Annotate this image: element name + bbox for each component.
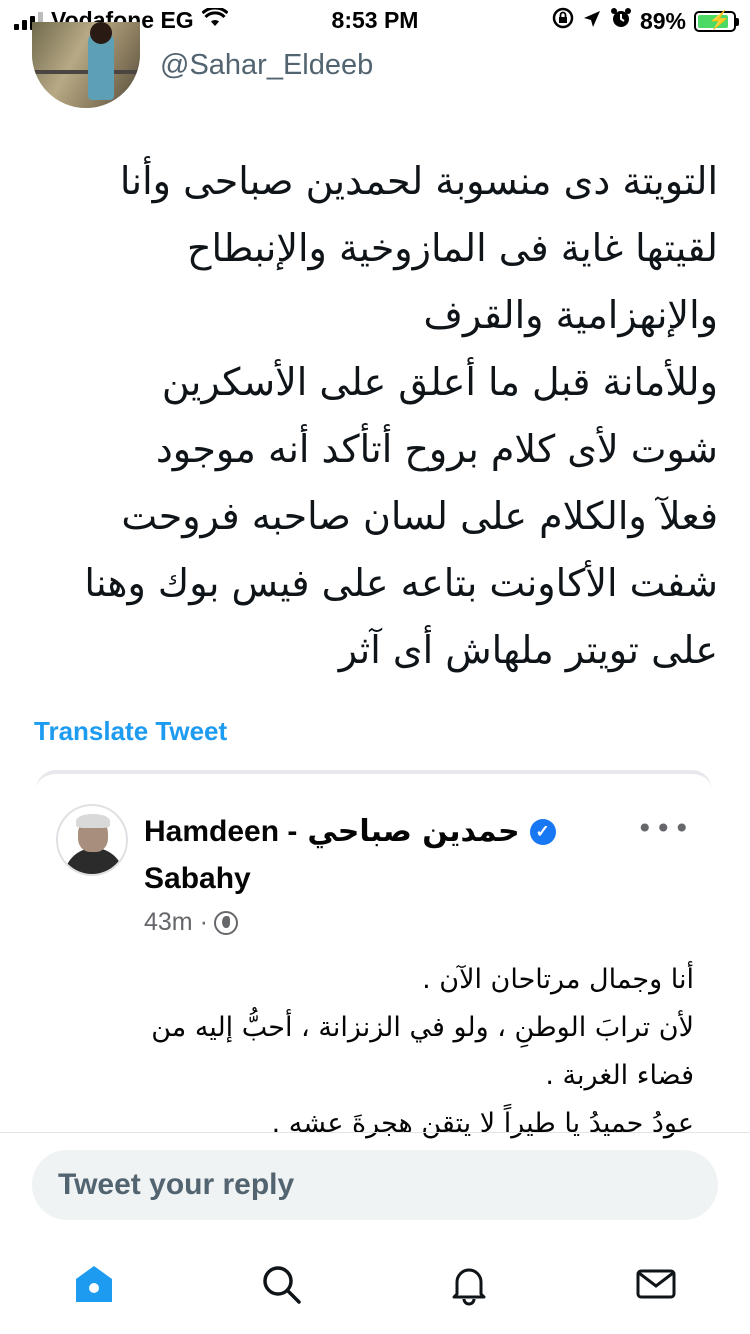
tweet-line: شوت لأى كلام بروح أتأكد أنه موجود	[155, 427, 718, 471]
embedded-screenshot[interactable]: Hamdeen - حمدين صباحي ✓ Sabahy 43m · •••…	[36, 770, 712, 1140]
tweet-line: لقيتها غاية فى المازوخية والإنبطاح	[187, 226, 718, 270]
mail-icon	[636, 1269, 676, 1299]
bell-icon	[452, 1268, 486, 1306]
tab-home[interactable]	[0, 1240, 188, 1334]
globe-icon	[213, 910, 238, 935]
tab-bar	[0, 1240, 750, 1334]
tweet-line: شفت الأكاونت بتاعه على فيس بوك وهنا	[84, 561, 718, 605]
reply-input[interactable]: Tweet your reply	[32, 1150, 718, 1220]
reply-placeholder: Tweet your reply	[58, 1168, 295, 1201]
embed-name-latin: Hamdeen -	[144, 814, 298, 848]
embed-author-name: Hamdeen - حمدين صباحي ✓	[144, 814, 556, 849]
embed-line: لأن ترابَ الوطنِ ، ولو في الزنزانة ، أحب…	[151, 1012, 694, 1043]
tweet-author[interactable]: @Sahar_Eldeeb	[32, 22, 373, 108]
embed-line: عودُ حميدُ يا طيراً لا يتقن هجرةَ عشه .	[271, 1108, 694, 1139]
more-options-icon: •••	[636, 812, 692, 845]
embed-post-text: أنا وجمال مرتاحان الآن . لأن ترابَ الوطن…	[54, 956, 694, 1140]
tab-search[interactable]	[188, 1240, 376, 1334]
author-handle[interactable]: @Sahar_Eldeeb	[160, 49, 373, 82]
tweet-line: والإنهزامية والقرف	[423, 293, 718, 337]
verified-badge-icon: ✓	[529, 818, 556, 845]
home-icon	[75, 1266, 112, 1302]
divider	[0, 1132, 750, 1133]
search-icon	[263, 1266, 301, 1304]
tab-notifications[interactable]	[375, 1240, 563, 1334]
embed-name-latin-2: Sabahy	[144, 862, 251, 895]
embed-timestamp: 43m ·	[144, 908, 208, 936]
status-right: 89% ⚡	[552, 7, 739, 35]
avatar[interactable]	[32, 22, 140, 108]
embed-line: أنا وجمال مرتاحان الآن .	[422, 964, 694, 995]
location-icon	[582, 8, 602, 35]
embed-name-arabic: حمدين صباحي	[307, 814, 520, 849]
tweet-line: فعلآ والكلام على لسان صاحبه فروحت	[121, 494, 718, 538]
tab-messages[interactable]	[563, 1240, 750, 1334]
tweet-line: التويتة دى منسوبة لحمدين صباحى وأنا	[119, 159, 718, 203]
tweet-text: التويتة دى منسوبة لحمدين صباحى وأنا لقيت…	[18, 148, 718, 684]
embed-meta: 43m ·	[144, 908, 238, 937]
embed-line: فضاء الغربة .	[545, 1060, 694, 1091]
screen-lock-icon	[552, 7, 574, 35]
embed-avatar	[56, 804, 128, 876]
alarm-icon	[610, 7, 632, 35]
battery-percent: 89%	[639, 7, 686, 34]
translate-tweet-link[interactable]: Translate Tweet	[34, 716, 227, 747]
tweet-line: وللأمانة قبل ما أعلق على الأسكرين	[161, 360, 718, 404]
battery-charging-icon: ⚡	[694, 10, 739, 32]
tweet-line: على تويتر ملهاش أى آثر	[338, 628, 718, 672]
